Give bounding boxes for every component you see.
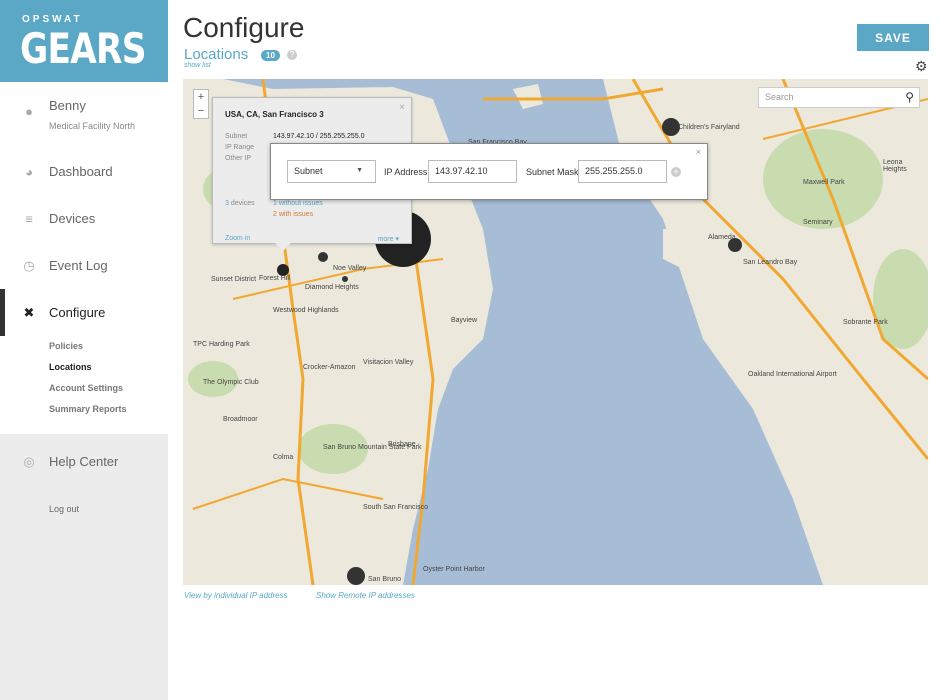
map-label: Sobrante Park (843, 319, 888, 326)
view-by-ip-link[interactable]: View by individual IP address (184, 591, 288, 600)
show-remote-ip-link[interactable]: Show Remote IP addresses (316, 591, 415, 600)
devices-no-issues-link[interactable]: 1 without issues (273, 200, 323, 207)
user-profile[interactable]: ● Benny Medical Facility North (0, 82, 168, 148)
map-label: San Bruno (368, 576, 402, 583)
map-label: Westwood Highlands (273, 307, 339, 314)
close-icon[interactable]: × (696, 147, 701, 157)
popup-range-label: IP Range (225, 144, 255, 151)
add-icon[interactable]: + (671, 167, 681, 177)
map-label: Leona Heights (883, 159, 907, 173)
nav-item-configure[interactable]: ✖ Configure (0, 289, 168, 336)
nav-label-devices: Devices (49, 211, 96, 226)
popup-subnet-value: 143.97.42.10 / 255.255.255.0 (273, 133, 365, 140)
lifebuoy-icon: ◎ (23, 453, 35, 469)
close-icon[interactable]: × (399, 102, 405, 113)
map-label: Noe Valley (333, 265, 367, 272)
map-label: Alameda (708, 234, 736, 241)
devices-label: devices (230, 200, 255, 207)
devices-with-issues-link[interactable]: 2 with issues (273, 211, 313, 218)
type-select-value: Subnet (294, 166, 323, 176)
gear-icon[interactable]: ⚙ (915, 58, 928, 75)
map-label: Seminary (803, 219, 833, 226)
clock-icon: ◷ (23, 257, 35, 273)
map-label: Children's Fairyland (678, 124, 740, 131)
chevron-down-icon: ▼ (356, 167, 363, 174)
map-label: San Leandro Bay (743, 259, 798, 266)
map-label: Maxwell Park (803, 179, 845, 186)
more-link[interactable]: more ▾ (378, 235, 399, 243)
user-name: Benny (49, 98, 86, 113)
type-select[interactable]: Subnet ▼ (287, 160, 376, 183)
map-label: Oyster Point Harbor (423, 566, 485, 573)
section-title: Locations (184, 46, 249, 63)
show-list-link[interactable]: show list (184, 62, 211, 69)
locations-count-badge: 10 (261, 50, 280, 61)
map-label: Colma (273, 454, 294, 461)
nav-label-configure: Configure (49, 305, 106, 320)
subnav-summary-reports[interactable]: Summary Reports (0, 399, 168, 420)
popup-subnet-label: Subnet (225, 133, 248, 140)
nav-label-dashboard: Dashboard (49, 164, 113, 179)
popup-title: USA, CA, San Francisco 3 (225, 110, 324, 119)
map-search-input[interactable]: Search ⚲ (758, 87, 920, 108)
popup-other-label: Other IP (225, 155, 252, 162)
configure-subnav: Policies Locations Account Settings Summ… (0, 336, 168, 434)
popup-devices: 3 devices (225, 200, 255, 207)
nav-label-event-log: Event Log (49, 258, 108, 273)
map-label: South San Francisco (363, 504, 428, 511)
nav-item-devices[interactable]: ≡ Devices (0, 195, 168, 242)
map-label: Oakland International Airport (748, 371, 837, 378)
map-label: Broadmoor (223, 416, 258, 423)
zoom-control[interactable]: + − (193, 89, 209, 119)
map-label: Bayview (451, 317, 478, 324)
ip-editor: × Subnet ▼ IP Address 143.97.42.10 Subne… (270, 143, 708, 200)
subnav-account-settings[interactable]: Account Settings (0, 378, 168, 399)
page-title: Configure (183, 12, 305, 43)
list-icon: ≡ (25, 211, 33, 226)
nav-item-logout[interactable]: Log out (0, 485, 168, 532)
help-icon[interactable]: ? (287, 50, 297, 60)
ip-address-input[interactable]: 143.97.42.10 (428, 160, 517, 183)
sidebar: OPSWAT GEARS ● Benny Medical Facility No… (0, 0, 168, 700)
subnav-policies[interactable]: Policies (0, 336, 168, 357)
nav-label-logout: Log out (49, 503, 80, 514)
map-label: The Olympic Club (203, 379, 259, 386)
zoom-in-button[interactable]: + (194, 90, 208, 104)
devices-count: 3 (225, 200, 229, 207)
popup-pointer (275, 243, 291, 251)
subnet-mask-input[interactable]: 255.255.255.0 (578, 160, 667, 183)
more-label: more (377, 236, 394, 243)
map-label: Forest Hill (259, 275, 291, 282)
subnav-locations[interactable]: Locations (0, 357, 168, 378)
chevron-down-icon: ▾ (395, 236, 399, 243)
search-icon[interactable]: ⚲ (905, 90, 914, 104)
nav-item-dashboard[interactable]: ◕ Dashboard (0, 148, 168, 195)
map-label: Visitacion Valley (363, 359, 414, 366)
zoom-out-button[interactable]: − (194, 104, 208, 118)
gauge-icon: ◕ (25, 164, 33, 179)
user-org: Medical Facility North (49, 121, 136, 131)
map-label: TPC Harding Park (193, 341, 250, 348)
nav-label-help: Help Center (49, 454, 119, 469)
nav-item-help-center[interactable]: ◎ Help Center (0, 438, 168, 485)
brand-name: GEARS (20, 24, 146, 73)
brand-logo[interactable]: OPSWAT GEARS (0, 0, 168, 82)
map-label: Sunset District (211, 276, 257, 283)
map-label: Crocker-Amazon (303, 364, 356, 371)
subnet-mask-label: Subnet Mask (526, 167, 579, 177)
map-label: Brisbane (388, 441, 416, 448)
zoom-in-link[interactable]: Zoom in (225, 235, 250, 242)
save-button[interactable]: SAVE (857, 24, 929, 51)
map-label: Diamond Heights (305, 284, 359, 291)
nav-item-event-log[interactable]: ◷ Event Log (0, 242, 168, 289)
nav-main: ● Benny Medical Facility North ◕ Dashboa… (0, 82, 168, 434)
map-search-placeholder: Search (765, 92, 794, 102)
tools-icon: ✖ (23, 304, 35, 320)
user-icon: ● (25, 104, 33, 119)
ip-address-label: IP Address (384, 167, 428, 177)
